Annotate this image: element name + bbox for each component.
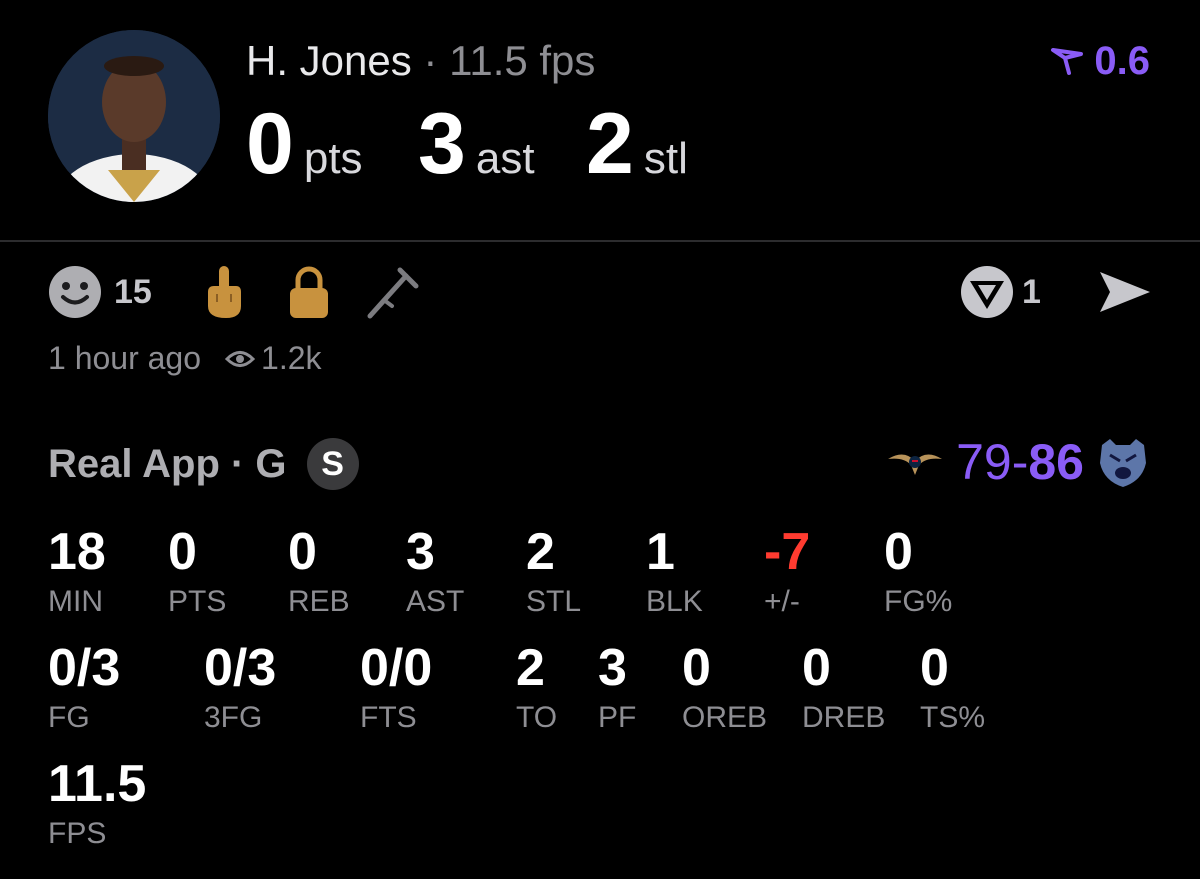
- lock-reaction[interactable]: [288, 262, 330, 322]
- stat-label: REB: [288, 585, 350, 618]
- headline-ast: 3 ast: [418, 100, 535, 213]
- stat-label: PF: [598, 701, 637, 734]
- pelicans-logo-icon: [888, 454, 943, 475]
- real-logo-icon: [961, 266, 1013, 318]
- view-count: 1.2k: [261, 340, 322, 376]
- stat-to: 2 TO: [516, 640, 557, 736]
- stat-label: TO: [516, 701, 558, 734]
- comment-button[interactable]: 1: [960, 262, 1041, 322]
- divider: [0, 240, 1200, 242]
- lock-icon: [290, 266, 328, 318]
- stat-ast: 3 AST: [406, 524, 464, 620]
- player-photo: [48, 30, 220, 202]
- upvote-icon: [1051, 48, 1084, 75]
- time-ago: 1 hour ago: [48, 340, 202, 376]
- smile-icon: [49, 266, 101, 318]
- stat-pf: 3 PF: [598, 640, 636, 736]
- away-score: 79: [956, 434, 1012, 490]
- stat-label: +/-: [764, 585, 800, 618]
- headline-value: 0: [246, 96, 294, 192]
- crutch-icon: [367, 267, 419, 319]
- grizzlies-logo-icon: [1100, 439, 1146, 487]
- stat-value: 2: [516, 639, 545, 697]
- stat-value: 18: [48, 523, 106, 581]
- stat-reb: 0 REB: [288, 524, 350, 620]
- headline-unit: pts: [303, 134, 363, 183]
- home-score: 86: [1028, 434, 1084, 490]
- crutch-reaction[interactable]: [362, 262, 422, 322]
- stat-pts: 0 PTS: [168, 524, 226, 620]
- stat-label: PTS: [168, 585, 227, 618]
- headline-unit: ast: [475, 134, 535, 183]
- middle-finger-icon: [208, 266, 241, 318]
- stat-value: 0: [288, 523, 317, 581]
- stat-label: OREB: [682, 701, 768, 734]
- stat-value: 3: [406, 523, 435, 581]
- stat-oreb: 0 OREB: [682, 640, 767, 736]
- stat-3fg: 0/3 3FG: [204, 640, 276, 736]
- game-title[interactable]: Real App · G S: [48, 436, 359, 492]
- stat-value: 0: [682, 639, 711, 697]
- share-button[interactable]: [1096, 262, 1154, 322]
- player-avatar[interactable]: [48, 30, 220, 202]
- stat-value: 0/0: [360, 639, 433, 697]
- stat-label: FG%: [884, 585, 953, 618]
- stat-plus-minus: -7 +/-: [764, 524, 810, 620]
- stat-fg-pct: 0 FG%: [884, 524, 952, 620]
- stat-label: FPS: [48, 817, 107, 850]
- eye-icon: [225, 350, 256, 367]
- stat-fg: 0/3 FG: [48, 640, 120, 736]
- stat-ts-pct: 0 TS%: [920, 640, 985, 736]
- stat-label: AST: [406, 585, 465, 618]
- stat-value: 0/3: [204, 639, 277, 697]
- stat-value: 0: [168, 523, 197, 581]
- headline-value: 3: [418, 96, 466, 192]
- comment-count: 1: [1022, 272, 1041, 311]
- send-icon: [1100, 272, 1150, 312]
- stat-value: 2: [526, 523, 555, 581]
- stat-value: 3: [598, 639, 627, 697]
- stat-label: 3FG: [204, 701, 263, 734]
- stat-min: 18 MIN: [48, 524, 106, 620]
- vote-score-value: 0.6: [1094, 39, 1150, 83]
- views: 1.2k: [225, 340, 322, 377]
- starter-badge: S: [306, 438, 359, 490]
- post-meta: 1 hour ago 1.2k: [48, 340, 322, 377]
- stat-label: FTS: [360, 701, 417, 734]
- score-dash: -: [1011, 434, 1029, 490]
- game-title-text: Real App · G: [48, 442, 287, 486]
- stat-fts: 0/0 FTS: [360, 640, 432, 736]
- stat-fps: 11.5 FPS: [48, 756, 146, 852]
- stat-value: 11.5: [48, 755, 147, 813]
- middle-finger-reaction[interactable]: [204, 262, 244, 322]
- stat-label: TS%: [920, 701, 986, 734]
- vote-score[interactable]: 0.6: [1050, 36, 1150, 86]
- game-score[interactable]: 79-86: [886, 432, 1150, 492]
- smile-reaction[interactable]: 15: [48, 262, 152, 322]
- stat-value: 0: [920, 639, 949, 697]
- headline-value: 2: [586, 96, 634, 192]
- player-fps: 11.5 fps: [449, 37, 596, 84]
- stat-value: 0: [802, 639, 831, 697]
- smile-count: 15: [114, 272, 152, 311]
- headline-stl: 2 stl: [586, 100, 688, 213]
- stat-label: BLK: [646, 585, 703, 618]
- name-separator: ·: [423, 37, 438, 84]
- stat-label: MIN: [48, 585, 103, 618]
- stat-blk: 1 BLK: [646, 524, 703, 620]
- stat-label: STL: [526, 585, 582, 618]
- stat-value: -7: [764, 523, 811, 581]
- stat-value: 0/3: [48, 639, 121, 697]
- stat-label: FG: [48, 701, 90, 734]
- stat-value: 0: [884, 523, 913, 581]
- stat-value: 1: [646, 523, 675, 581]
- stat-label: DREB: [802, 701, 886, 734]
- headline-unit: stl: [643, 134, 688, 183]
- headline-pts: 0 pts: [246, 100, 363, 213]
- stat-stl: 2 STL: [526, 524, 581, 620]
- stat-dreb: 0 DREB: [802, 640, 885, 736]
- player-name-line[interactable]: H. Jones · 11.5 fps: [246, 36, 595, 86]
- player-name[interactable]: H. Jones: [246, 37, 412, 84]
